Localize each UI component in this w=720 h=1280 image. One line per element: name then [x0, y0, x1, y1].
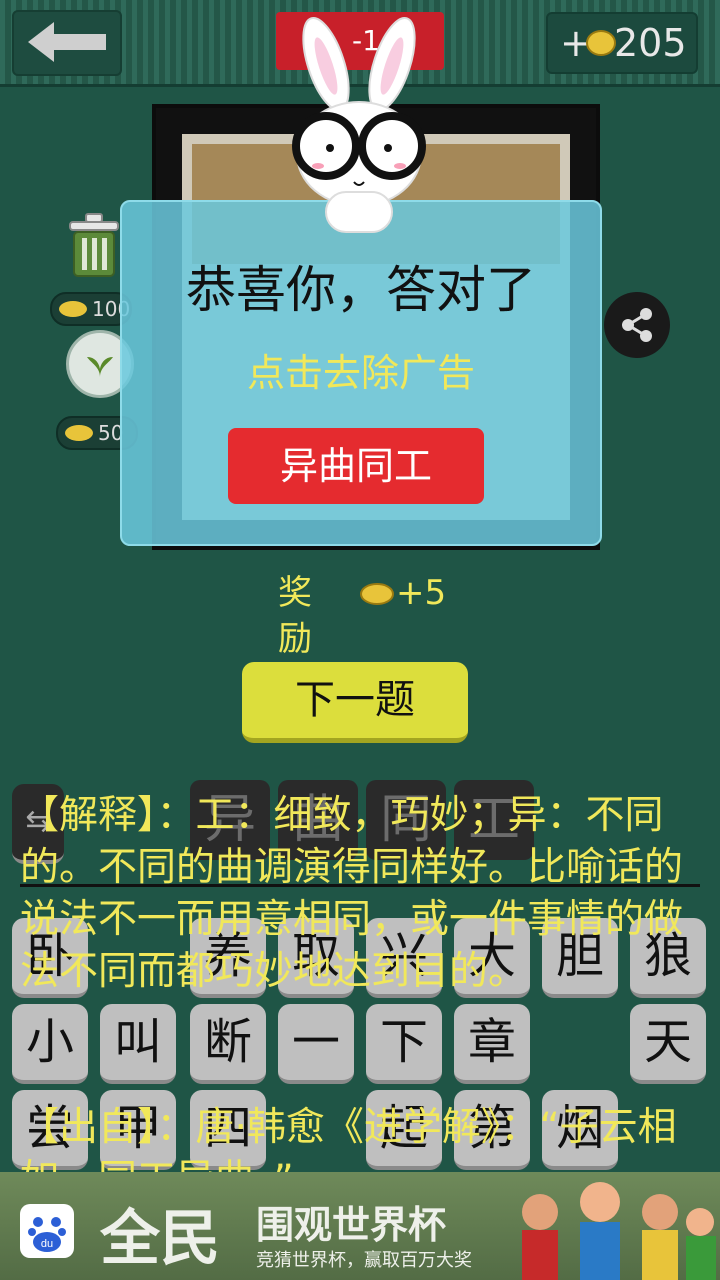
idiom-explanation: 【解释】：工：细致，巧妙；异：不同的。不同的曲调演得同样好。比喻话的说法不一而用…	[20, 793, 684, 994]
bunny-mascot-icon	[292, 17, 426, 233]
ad-subtext: 竞猜世界杯，赢取百万大奖	[256, 1250, 472, 1271]
next-question-button[interactable]: 下一题	[242, 662, 468, 743]
key[interactable]: 下	[366, 1004, 442, 1084]
key[interactable]: 叫	[100, 1004, 176, 1084]
baidu-logo-icon: du	[20, 1204, 74, 1258]
coin-icon	[59, 301, 87, 317]
coin-icon	[360, 583, 394, 605]
coin-icon	[65, 425, 93, 441]
key[interactable]: 章	[454, 1004, 530, 1084]
ad-big-text: 全民	[100, 1204, 220, 1274]
dialog-title: 恭喜你，答对了	[186, 261, 536, 319]
svg-text:du: du	[41, 1238, 53, 1250]
answer-button[interactable]: 异曲同工	[228, 428, 484, 504]
share-button[interactable]	[604, 292, 670, 358]
share-icon	[622, 308, 652, 342]
fans-illustration-icon	[522, 1182, 716, 1280]
coin-icon	[586, 30, 616, 56]
ad-headline: 围观世界杯	[256, 1203, 447, 1247]
coin-count: 205	[614, 21, 687, 65]
key[interactable]: 天	[630, 1004, 706, 1084]
key[interactable]: 小	[12, 1004, 88, 1084]
remove-ads-link[interactable]: 点击去除广告	[122, 342, 600, 397]
back-arrow-icon	[28, 22, 106, 62]
key[interactable]: 断	[190, 1004, 266, 1084]
ad-banner[interactable]: du 全民 围观世界杯 竞猜世界杯，赢取百万大奖	[0, 1172, 720, 1280]
coin-balance[interactable]: + 205	[546, 12, 698, 74]
back-button[interactable]	[12, 10, 122, 76]
success-dialog: 恭喜你，答对了 点击去除广告 异曲同工	[120, 200, 602, 546]
trash-icon[interactable]	[64, 212, 124, 280]
key[interactable]: 一	[278, 1004, 354, 1084]
